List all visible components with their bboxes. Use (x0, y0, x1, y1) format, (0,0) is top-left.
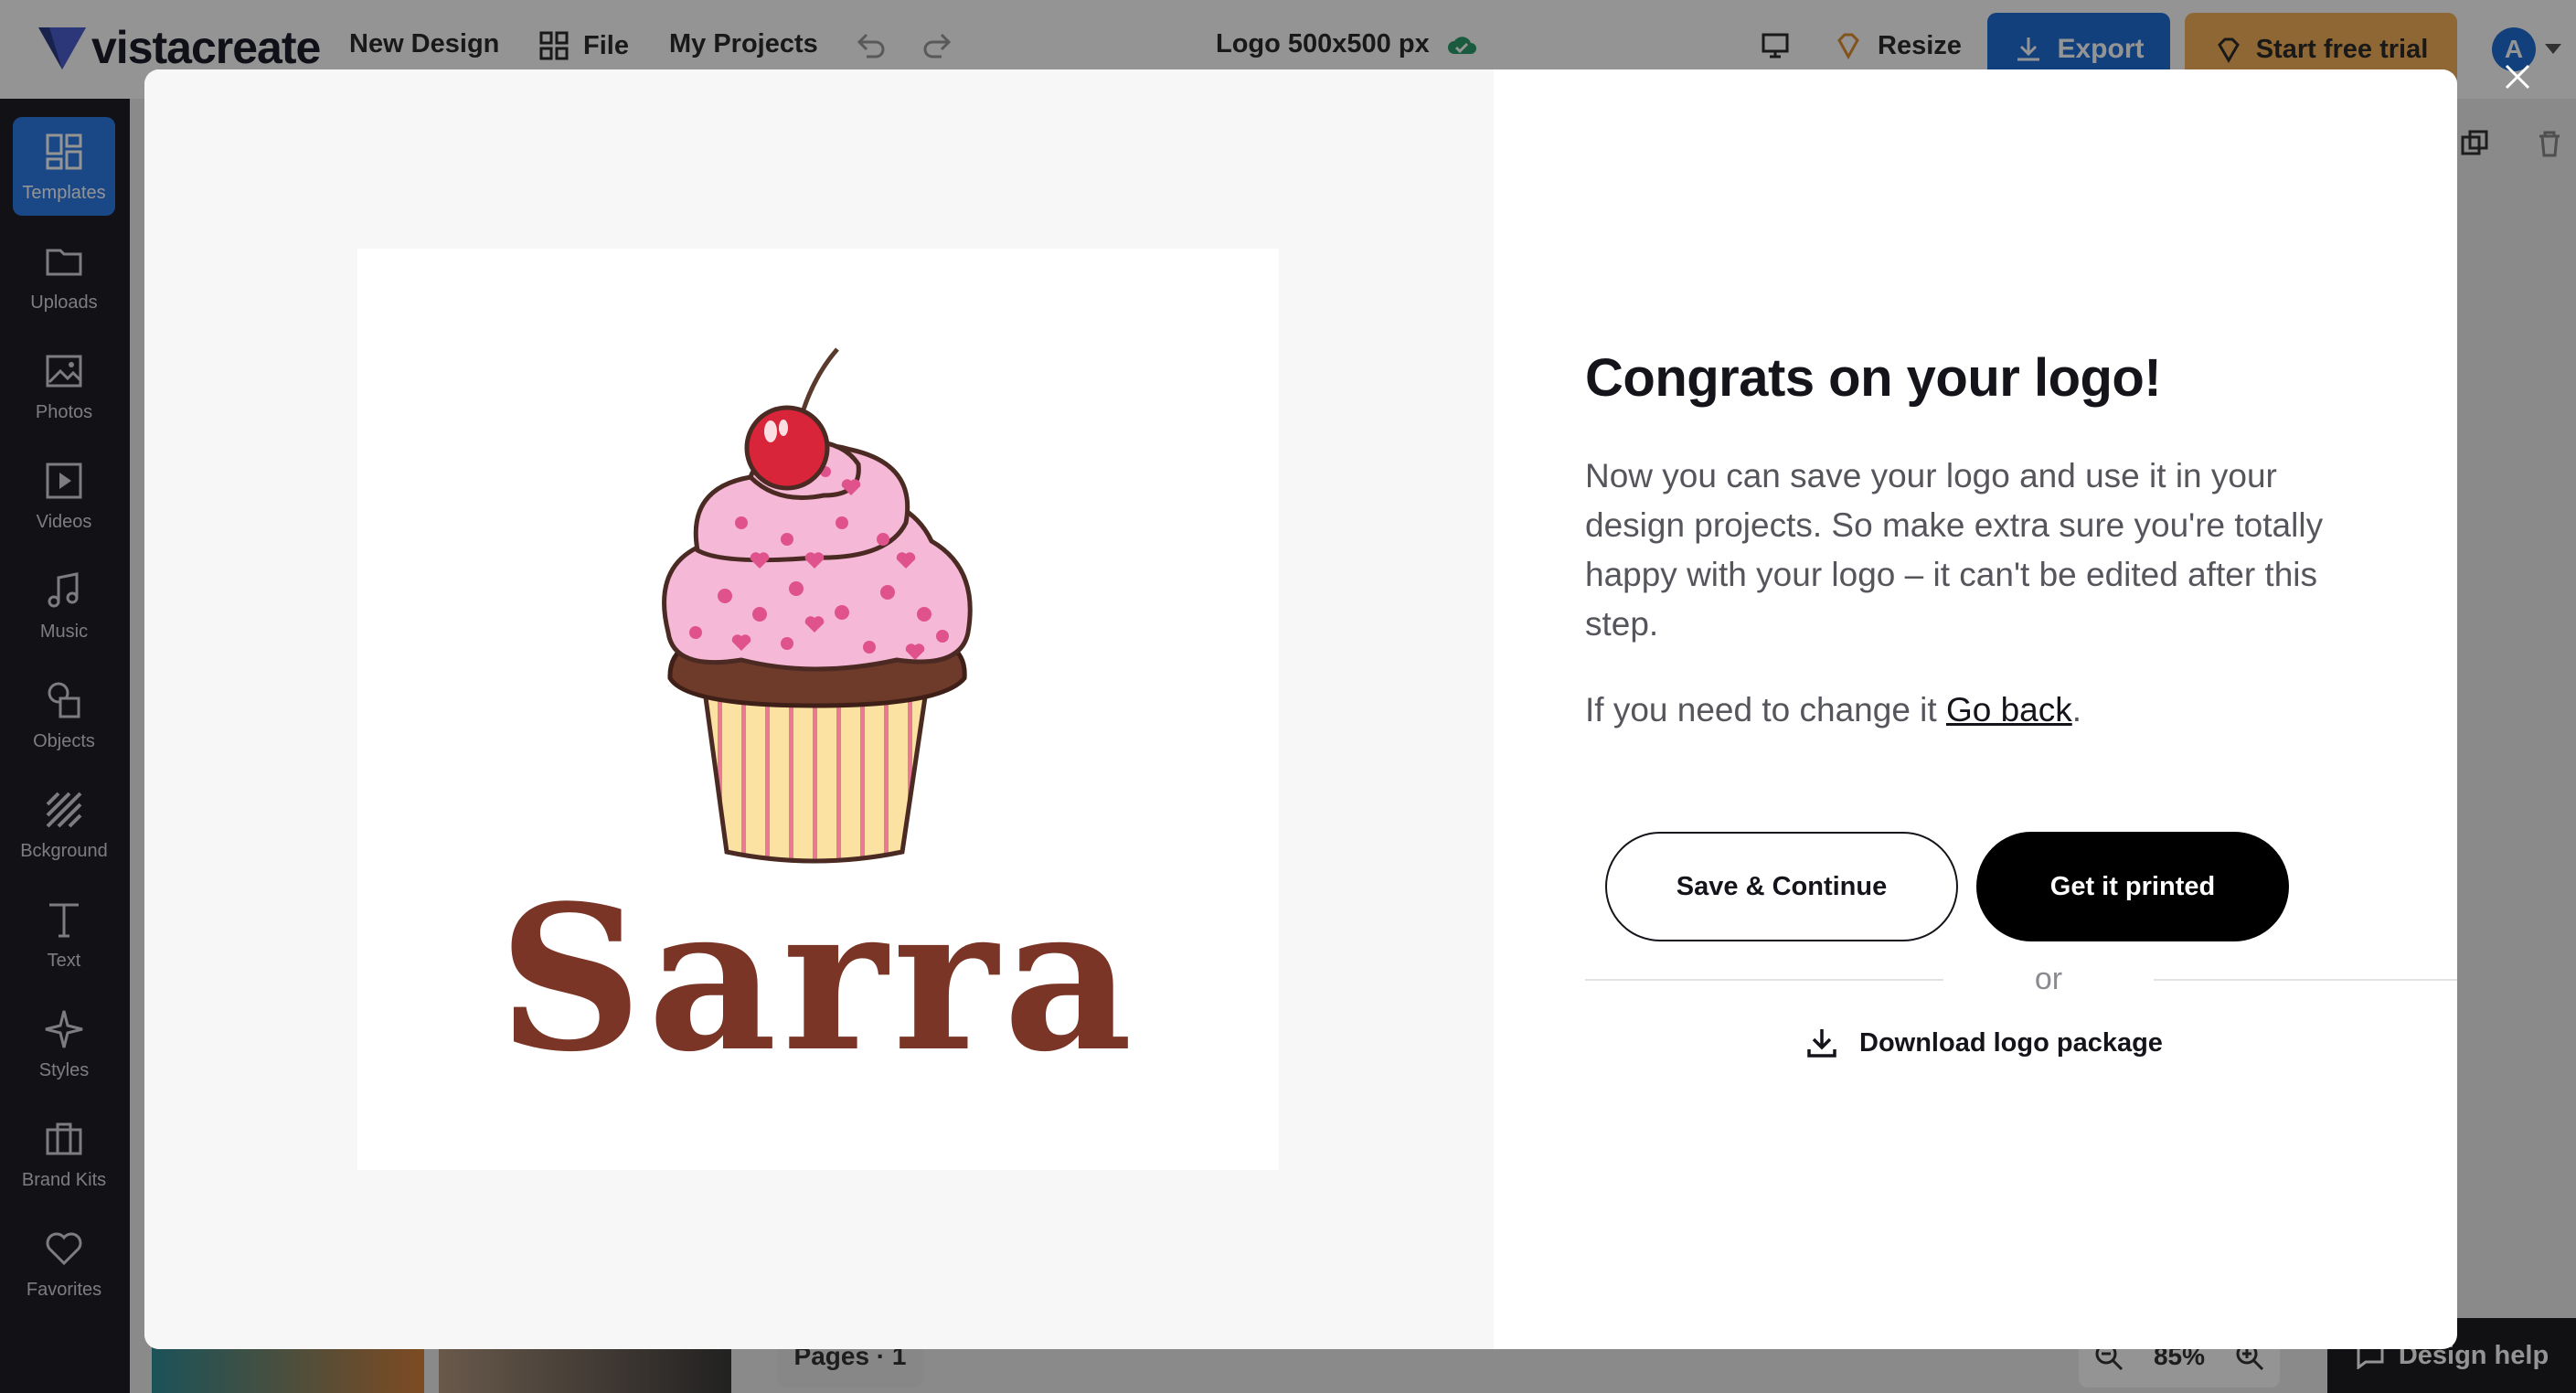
modal-title: Congrats on your logo! (1585, 348, 2162, 408)
go-back-link[interactable]: Go back (1946, 691, 2072, 728)
close-icon[interactable] (2501, 60, 2534, 93)
divider (1585, 979, 1943, 981)
download-logo-package-label: Download logo package (1859, 1027, 2163, 1058)
download-logo-package-button[interactable]: Download logo package (1804, 1026, 2163, 1060)
or-separator: or (2034, 962, 2063, 996)
go-back-prefix: If you need to change it (1585, 691, 1946, 728)
go-back-suffix: . (2071, 691, 2082, 728)
logo-preview: Sarra (357, 249, 1279, 1170)
congrats-panel: Congrats on your logo! Now you can save … (1494, 69, 2457, 1349)
logo-preview-panel: Sarra (144, 69, 1494, 1349)
get-printed-button[interactable]: Get it printed (1976, 832, 2289, 941)
modal-description: Now you can save your logo and use it in… (1585, 457, 2324, 643)
congrats-modal: Sarra Congrats on your logo! Now you can… (144, 69, 2457, 1349)
divider (2154, 979, 2457, 981)
save-continue-button[interactable]: Save & Continue (1605, 832, 1958, 941)
go-back-text: If you need to change it Go back. (1585, 691, 2081, 729)
logo-wordmark: Sarra (498, 862, 1138, 1096)
download-icon (1807, 1029, 1836, 1058)
